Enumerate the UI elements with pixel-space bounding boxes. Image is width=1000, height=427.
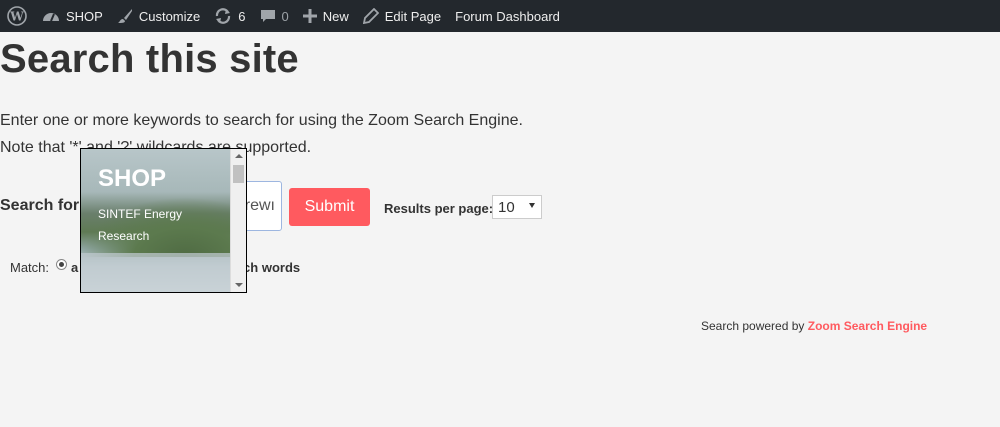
svg-text:W: W [9, 10, 24, 24]
submit-button[interactable]: Submit [289, 188, 370, 226]
comments-count: 0 [281, 8, 289, 24]
comments-button[interactable]: 0 [253, 0, 296, 32]
edit-page-label: Edit Page [384, 8, 442, 24]
scroll-up-arrow-icon[interactable] [235, 154, 243, 158]
site-preview-popup[interactable]: SHOP SINTEF Energy Research [80, 148, 247, 293]
updates-refresh-icon [216, 8, 231, 24]
site-name-button[interactable]: SHOP [35, 0, 110, 32]
water-band [81, 253, 230, 292]
site-name-label: SHOP [66, 8, 103, 24]
match-label: Match: [10, 260, 50, 275]
popup-subtitle-line-2: Research [98, 229, 150, 243]
popup-site-title: SHOP [98, 165, 167, 192]
pencil-icon [362, 8, 379, 24]
chevron-down-icon [529, 203, 535, 208]
paintbrush-icon [117, 9, 132, 23]
plus-icon [302, 9, 317, 23]
forum-dashboard-link[interactable]: Forum Dashboard [448, 0, 567, 32]
updates-button[interactable]: 6 [207, 0, 252, 32]
edit-page-button[interactable]: Edit Page [356, 0, 448, 32]
wordpress-logo-button[interactable]: W [0, 0, 35, 32]
comment-bubble-icon [260, 10, 275, 22]
popup-scrollbar[interactable] [230, 149, 246, 292]
results-per-page-label: Results per page: [384, 201, 494, 216]
intro-text: Enter one or more keywords to search for… [0, 107, 523, 161]
search-for-label: Search for [0, 197, 80, 214]
intro-line-1: Enter one or more keywords to search for… [0, 112, 523, 129]
powered-by-text: Search powered by Zoom Search Engine [701, 319, 927, 333]
match-option-tail-label: rch words [238, 260, 301, 275]
forum-dashboard-label: Forum Dashboard [455, 8, 560, 24]
results-per-page-select[interactable]: 10 [492, 195, 542, 219]
admin-bar: W SHOP Customize 6 0 New Edit Page Forum… [0, 0, 1000, 32]
popup-subtitle-line-1: SINTEF Energy [98, 207, 183, 221]
intro-line-2: Note that '*' and '?' wildcards are supp… [0, 139, 312, 156]
scroll-down-arrow-icon[interactable] [235, 283, 243, 287]
new-label: New [322, 8, 349, 24]
match-option-label: a [71, 260, 79, 275]
popup-site-subtitle: SINTEF Energy Research [98, 203, 208, 247]
powered-by-prefix: Search powered by [701, 319, 805, 333]
wordpress-icon: W [7, 6, 27, 26]
match-radio-selected[interactable] [56, 259, 67, 270]
dashboard-gauge-icon [43, 13, 59, 22]
page-title: Search this site [0, 37, 299, 81]
customize-button[interactable]: Customize [110, 0, 207, 32]
customize-label: Customize [138, 8, 201, 24]
new-content-button[interactable]: New [296, 0, 356, 32]
updates-count: 6 [238, 8, 246, 24]
zoom-search-engine-link[interactable]: Zoom Search Engine [808, 319, 927, 333]
scroll-thumb[interactable] [233, 165, 244, 183]
results-per-page-value: 10 [498, 198, 515, 216]
